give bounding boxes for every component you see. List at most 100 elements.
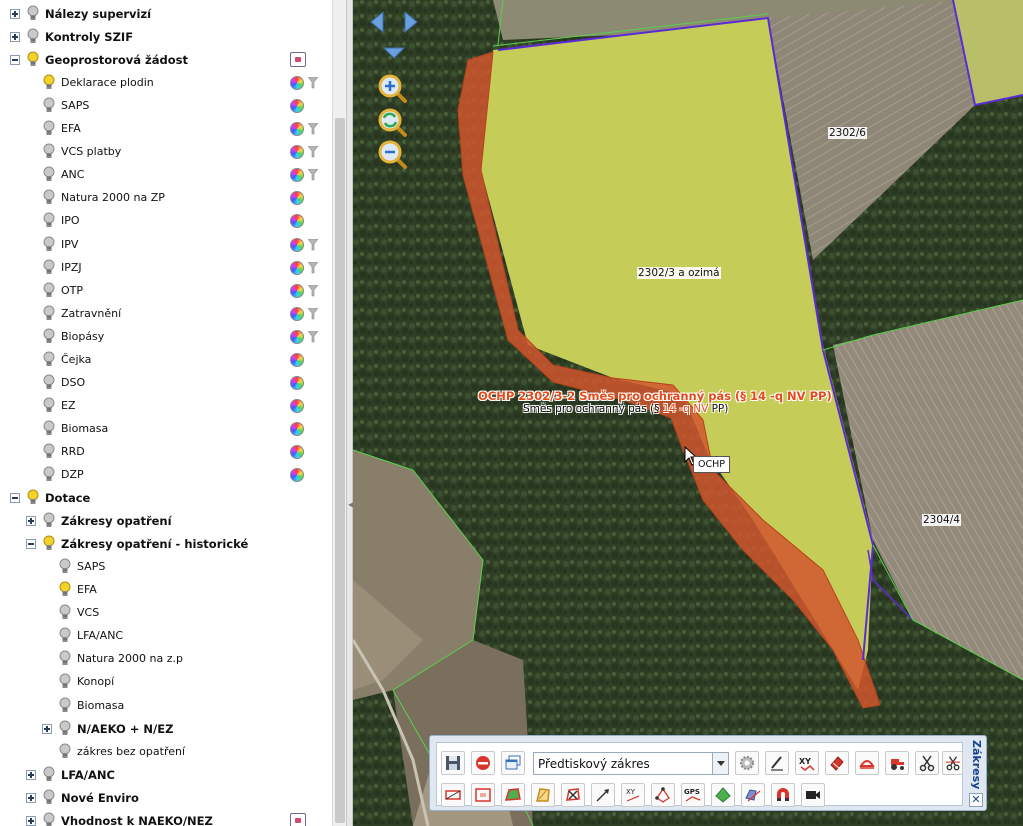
layer-item[interactable]: SAPS xyxy=(0,97,320,117)
scrollbar-thumb[interactable] xyxy=(335,118,345,823)
visibility-bulb-icon[interactable] xyxy=(27,489,39,506)
expand-icon[interactable] xyxy=(10,9,20,19)
visibility-bulb-icon[interactable] xyxy=(43,397,55,414)
chevron-down-icon[interactable] xyxy=(712,753,728,774)
layer-item[interactable]: zákres bez opatření xyxy=(0,743,320,763)
layer-item[interactable]: IPO xyxy=(0,212,320,232)
color-wheel-icon[interactable] xyxy=(290,283,304,298)
filter-icon[interactable] xyxy=(307,238,319,251)
color-wheel-icon[interactable] xyxy=(290,168,304,183)
visibility-bulb-icon[interactable] xyxy=(27,5,39,22)
color-wheel-icon[interactable] xyxy=(290,122,304,137)
filter-icon[interactable] xyxy=(307,76,319,89)
visibility-bulb-icon[interactable] xyxy=(59,604,71,621)
visibility-bulb-icon[interactable] xyxy=(59,581,71,598)
visibility-bulb-icon[interactable] xyxy=(43,282,55,299)
filter-icon[interactable] xyxy=(307,169,319,181)
visibility-bulb-icon[interactable] xyxy=(27,51,39,68)
pan-down-icon[interactable] xyxy=(382,47,406,59)
xy-input-button[interactable]: XY xyxy=(795,751,819,775)
layer-item[interactable]: OTP xyxy=(0,282,320,302)
save-button[interactable] xyxy=(441,751,465,775)
hatch-button[interactable] xyxy=(531,783,555,807)
layer-item[interactable]: VCS xyxy=(0,604,320,624)
layer-group[interactable]: Zákresy opatření - historické xyxy=(0,535,320,555)
layer-item[interactable]: DSO xyxy=(0,374,320,394)
visibility-bulb-icon[interactable] xyxy=(59,697,71,714)
snap-button[interactable] xyxy=(771,783,795,807)
layer-item[interactable]: Čejka xyxy=(0,351,320,371)
expand-icon[interactable] xyxy=(42,723,52,734)
layer-tree-scrollbar[interactable] xyxy=(332,0,346,826)
visibility-bulb-icon[interactable] xyxy=(59,627,71,644)
layer-item[interactable]: Konopí xyxy=(0,673,320,693)
visibility-bulb-icon[interactable] xyxy=(43,143,55,160)
visibility-bulb-icon[interactable] xyxy=(59,743,71,760)
layer-item[interactable]: IPZJ xyxy=(0,259,320,279)
visibility-bulb-icon[interactable] xyxy=(43,512,55,529)
expand-icon[interactable] xyxy=(26,769,36,780)
layer-item[interactable]: EFA xyxy=(0,581,320,601)
drawing-type-select[interactable]: Předtiskový zákres xyxy=(533,752,729,775)
draw-polygon-button[interactable] xyxy=(501,783,525,807)
expand-icon[interactable] xyxy=(26,815,36,826)
split-line-button[interactable] xyxy=(942,751,963,775)
visibility-bulb-icon[interactable] xyxy=(27,28,39,45)
zoom-out-icon[interactable] xyxy=(378,140,408,170)
split-button[interactable] xyxy=(915,751,939,775)
color-wheel-icon[interactable] xyxy=(290,260,304,275)
video-button[interactable] xyxy=(801,783,825,807)
color-wheel-icon[interactable] xyxy=(290,76,304,91)
expand-icon[interactable] xyxy=(26,516,36,527)
settings-button[interactable] xyxy=(735,751,759,775)
layer-item[interactable]: Natura 2000 na ZP xyxy=(0,189,320,209)
color-wheel-icon[interactable] xyxy=(290,214,304,229)
layer-item[interactable]: Zatravnění xyxy=(0,305,320,325)
visibility-bulb-icon[interactable] xyxy=(43,74,55,91)
visibility-bulb-icon[interactable] xyxy=(43,305,55,322)
undo-polygon-button[interactable] xyxy=(855,751,879,775)
zoom-extent-icon[interactable] xyxy=(378,108,408,138)
color-wheel-icon[interactable] xyxy=(290,145,304,160)
layer-item[interactable]: IPV xyxy=(0,236,320,256)
visibility-bulb-icon[interactable] xyxy=(43,259,55,276)
close-button[interactable]: ✕ xyxy=(969,793,983,807)
layer-group[interactable]: Vhodnost k NAEKO/NEZ xyxy=(0,812,320,826)
draw-rectangle-button[interactable] xyxy=(471,783,495,807)
zoom-in-icon[interactable] xyxy=(378,74,408,104)
layer-item[interactable]: DZP xyxy=(0,466,320,486)
visibility-bulb-icon[interactable] xyxy=(43,120,55,137)
layer-group[interactable]: Geoprostorová žádost xyxy=(0,51,320,71)
collapse-icon[interactable] xyxy=(10,55,20,66)
visibility-bulb-icon[interactable] xyxy=(59,650,71,667)
filter-icon[interactable] xyxy=(307,307,319,320)
visibility-bulb-icon[interactable] xyxy=(43,789,55,806)
filter-icon[interactable] xyxy=(307,330,319,343)
layer-item[interactable]: VCS platby xyxy=(0,143,320,163)
visibility-bulb-icon[interactable] xyxy=(43,166,55,183)
visibility-bulb-icon[interactable] xyxy=(43,466,55,483)
map-view[interactable]: 2302/6 2302/3 a ozimá 2304/4 OCHP 2302/3… xyxy=(353,0,1023,826)
windows-button[interactable] xyxy=(501,751,525,775)
visibility-bulb-icon[interactable] xyxy=(43,189,55,206)
draw-line-button[interactable] xyxy=(441,783,465,807)
filter-icon[interactable] xyxy=(307,122,319,135)
visibility-bulb-icon[interactable] xyxy=(43,328,55,345)
layer-item[interactable]: Biomasa xyxy=(0,697,320,717)
collapse-icon[interactable] xyxy=(26,539,36,550)
panel-splitter[interactable]: ◀ xyxy=(346,0,354,826)
collapse-icon[interactable] xyxy=(10,493,20,504)
visibility-bulb-icon[interactable] xyxy=(43,212,55,229)
layer-group[interactable]: LFA/ANC xyxy=(0,766,320,786)
visibility-bulb-icon[interactable] xyxy=(43,443,55,460)
color-wheel-icon[interactable] xyxy=(290,421,304,436)
visibility-bulb-icon[interactable] xyxy=(43,766,55,783)
layer-group[interactable]: Zákresy opatření xyxy=(0,512,320,532)
filter-icon[interactable] xyxy=(307,261,319,274)
visibility-bulb-icon[interactable] xyxy=(43,236,55,253)
tractor-button[interactable] xyxy=(885,751,909,775)
color-wheel-icon[interactable] xyxy=(290,306,304,321)
visibility-bulb-icon[interactable] xyxy=(43,420,55,437)
expand-icon[interactable] xyxy=(26,792,36,803)
visibility-bulb-icon[interactable] xyxy=(43,374,55,391)
